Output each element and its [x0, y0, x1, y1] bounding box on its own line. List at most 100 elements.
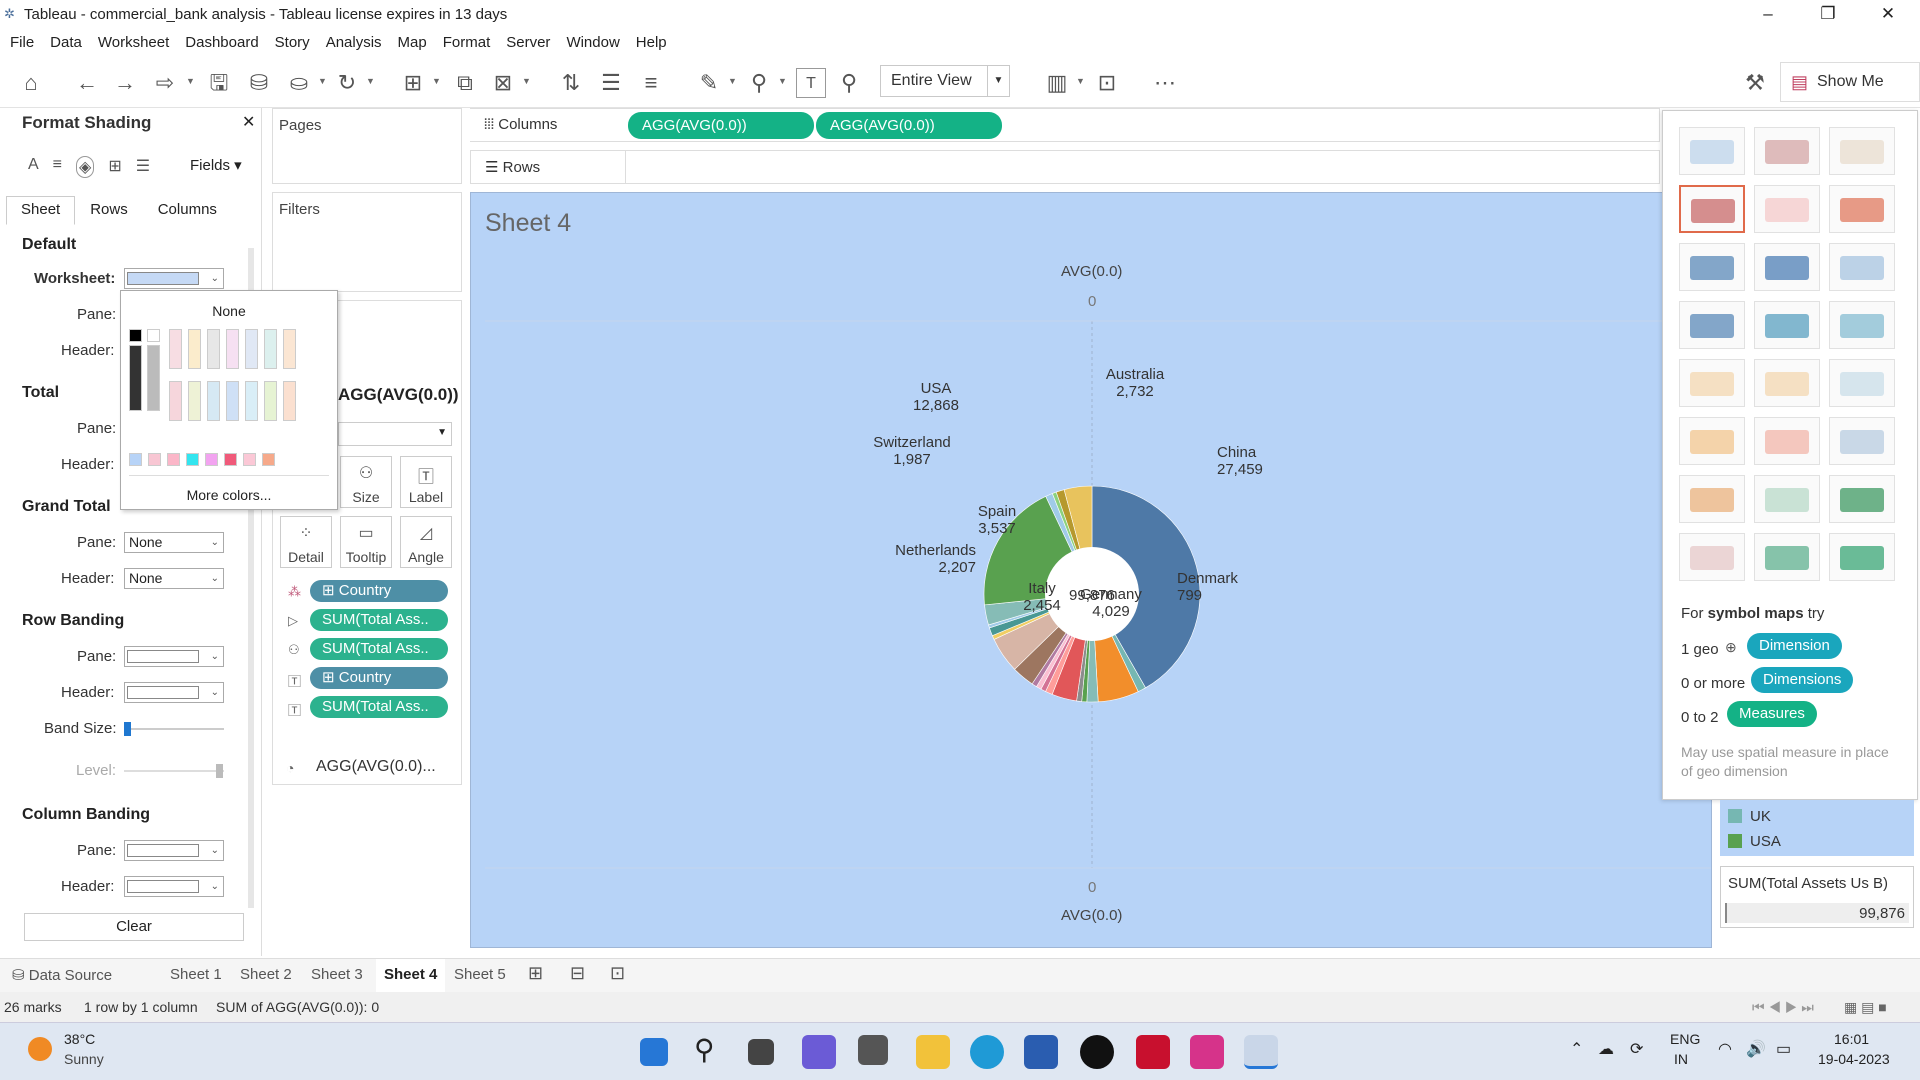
band-size-handle[interactable] — [124, 722, 131, 736]
columns-shelf[interactable]: ⦙⦙⦙ Columns AGG(AVG(0.0)) AGG(AVG(0.0)) — [470, 108, 1660, 142]
file-explorer-icon[interactable] — [916, 1035, 950, 1069]
windows-start-icon[interactable] — [640, 1038, 668, 1066]
menu-data[interactable]: Data — [50, 34, 82, 51]
new-dashboard-icon[interactable]: ⊟ — [570, 963, 585, 984]
tab-sheet-5[interactable]: Sheet 5 — [454, 966, 506, 983]
tab-sheet-1[interactable]: Sheet 1 — [170, 966, 222, 983]
tab-rows[interactable]: Rows — [75, 196, 143, 225]
color-swatch[interactable] — [169, 329, 182, 369]
color-swatch[interactable] — [129, 345, 142, 411]
group-icon[interactable]: ⚲ — [744, 68, 774, 98]
close-window-button[interactable]: ✕ — [1868, 2, 1908, 26]
clear-button[interactable]: Clear — [24, 913, 244, 941]
show-cards-icon[interactable]: ▥ — [1042, 68, 1072, 98]
chart-type-thumbnail[interactable] — [1754, 185, 1820, 233]
show-cards-dropdown-icon[interactable]: ▼ — [1076, 76, 1085, 86]
column-banding-header-dropdown[interactable]: ⌄ — [124, 876, 224, 897]
grand-total-pane-dropdown[interactable]: None ⌄ — [124, 532, 224, 553]
menu-story[interactable]: Story — [275, 34, 310, 51]
search-icon[interactable]: ⚲ — [694, 1033, 715, 1066]
color-swatch[interactable] — [148, 453, 161, 466]
chart-type-thumbnail[interactable] — [1754, 417, 1820, 465]
more-colors-option[interactable]: More colors... — [121, 487, 337, 503]
format-painter-icon[interactable]: ⚒ — [1740, 68, 1770, 98]
color-swatch[interactable] — [226, 329, 239, 369]
app-icon[interactable] — [858, 1035, 888, 1065]
band-size-slider[interactable] — [124, 722, 224, 736]
menu-dashboard[interactable]: Dashboard — [185, 34, 258, 51]
menu-map[interactable]: Map — [398, 34, 427, 51]
tab-sheet-3[interactable]: Sheet 3 — [311, 966, 363, 983]
instagram-icon[interactable] — [1190, 1035, 1224, 1069]
tooltip-button[interactable]: ▭ Tooltip — [340, 516, 392, 568]
color-swatch[interactable] — [283, 381, 296, 421]
share-icon[interactable]: ⋯ — [1150, 68, 1180, 98]
sort-ascending-icon[interactable]: ☰ — [596, 68, 626, 98]
home-icon[interactable]: ⌂ — [16, 68, 46, 98]
chart-type-thumbnail[interactable] — [1754, 243, 1820, 291]
row-banding-header-dropdown[interactable]: ⌄ — [124, 682, 224, 703]
battery-icon[interactable]: ▭ — [1776, 1039, 1791, 1059]
chart-type-thumbnail[interactable] — [1829, 127, 1895, 175]
new-worksheet-icon[interactable]: ⊞ — [528, 963, 543, 984]
color-swatch[interactable] — [226, 381, 239, 421]
color-swatch[interactable] — [264, 329, 277, 369]
grand-total-header-dropdown[interactable]: None ⌄ — [124, 568, 224, 589]
color-swatch[interactable] — [169, 381, 182, 421]
angle-button[interactable]: ◿ Angle — [400, 516, 452, 568]
color-swatch[interactable] — [283, 329, 296, 369]
menu-worksheet[interactable]: Worksheet — [98, 34, 169, 51]
show-labels-icon[interactable]: T — [796, 68, 826, 98]
fix-axes-icon[interactable]: ⚲ — [834, 68, 864, 98]
worksheet-color-dropdown[interactable]: ⌄ — [124, 268, 224, 289]
replay-icon[interactable]: ⇨ — [150, 68, 180, 98]
color-swatch[interactable] — [186, 453, 199, 466]
menu-window[interactable]: Window — [566, 34, 619, 51]
size-legend[interactable]: SUM(Total Assets Us B) 99,876 — [1720, 866, 1914, 928]
chart-type-thumbnail[interactable] — [1679, 359, 1745, 407]
color-swatch[interactable] — [264, 381, 277, 421]
group-dropdown-icon[interactable]: ▼ — [778, 76, 787, 86]
microsoft-store-icon[interactable] — [1024, 1035, 1058, 1069]
rows-shelf[interactable]: ☰ Rows — [470, 150, 1660, 184]
color-swatch[interactable] — [245, 381, 258, 421]
label-button[interactable]: 🅃 Label — [400, 456, 452, 508]
fit-dropdown[interactable]: Entire View ▼ — [880, 65, 1010, 97]
column-banding-pane-dropdown[interactable]: ⌄ — [124, 840, 224, 861]
clear-dropdown-icon[interactable]: ▼ — [522, 76, 531, 86]
pages-card[interactable]: Pages — [272, 108, 462, 184]
angle-axis-field[interactable]: AGG(AVG(0.0)... — [316, 758, 436, 776]
swap-icon[interactable]: ⇅ — [556, 68, 586, 98]
chart-type-thumbnail[interactable] — [1679, 475, 1745, 523]
filters-card[interactable]: Filters — [272, 192, 462, 292]
new-worksheet-dropdown-icon[interactable]: ▼ — [432, 76, 441, 86]
clock-time[interactable]: 16:01 — [1834, 1031, 1869, 1047]
new-story-icon[interactable]: ⊡ — [610, 963, 625, 984]
pause-dropdown-icon[interactable]: ▼ — [318, 76, 327, 86]
chart-type-thumbnail[interactable] — [1679, 417, 1745, 465]
column-pill-2[interactable]: AGG(AVG(0.0)) — [816, 112, 1002, 139]
view-toggle-icons[interactable]: ▦ ▤ ■ — [1844, 999, 1887, 1016]
chart-type-thumbnail[interactable] — [1754, 127, 1820, 175]
weather-temp[interactable]: 38°C — [64, 1031, 95, 1047]
presentation-mode-icon[interactable]: ⊡ — [1092, 68, 1122, 98]
menu-analysis[interactable]: Analysis — [326, 34, 382, 51]
level-slider[interactable] — [124, 764, 224, 778]
language-1[interactable]: ENG — [1670, 1031, 1700, 1047]
clear-sheet-icon[interactable]: ⊠ — [488, 68, 518, 98]
color-swatch[interactable] — [207, 381, 220, 421]
color-swatch[interactable] — [224, 453, 237, 466]
clock-date[interactable]: 19-04-2023 — [1818, 1051, 1890, 1067]
pill-sum-total-assets-angle[interactable]: SUM(Total Ass.. — [310, 609, 448, 631]
dell-icon[interactable] — [1080, 1035, 1114, 1069]
color-swatch[interactable] — [205, 453, 218, 466]
new-datasource-icon[interactable]: ⛁ — [244, 68, 274, 98]
chart-type-thumbnail[interactable] — [1829, 359, 1895, 407]
refresh-dropdown-icon[interactable]: ▼ — [366, 76, 375, 86]
minimize-button[interactable]: – — [1748, 2, 1788, 26]
color-swatch[interactable] — [167, 453, 180, 466]
chart-type-thumbnail[interactable] — [1754, 359, 1820, 407]
menu-file[interactable]: File — [10, 34, 34, 51]
menu-help[interactable]: Help — [636, 34, 667, 51]
tab-sheet-4[interactable]: Sheet 4 — [376, 959, 446, 993]
